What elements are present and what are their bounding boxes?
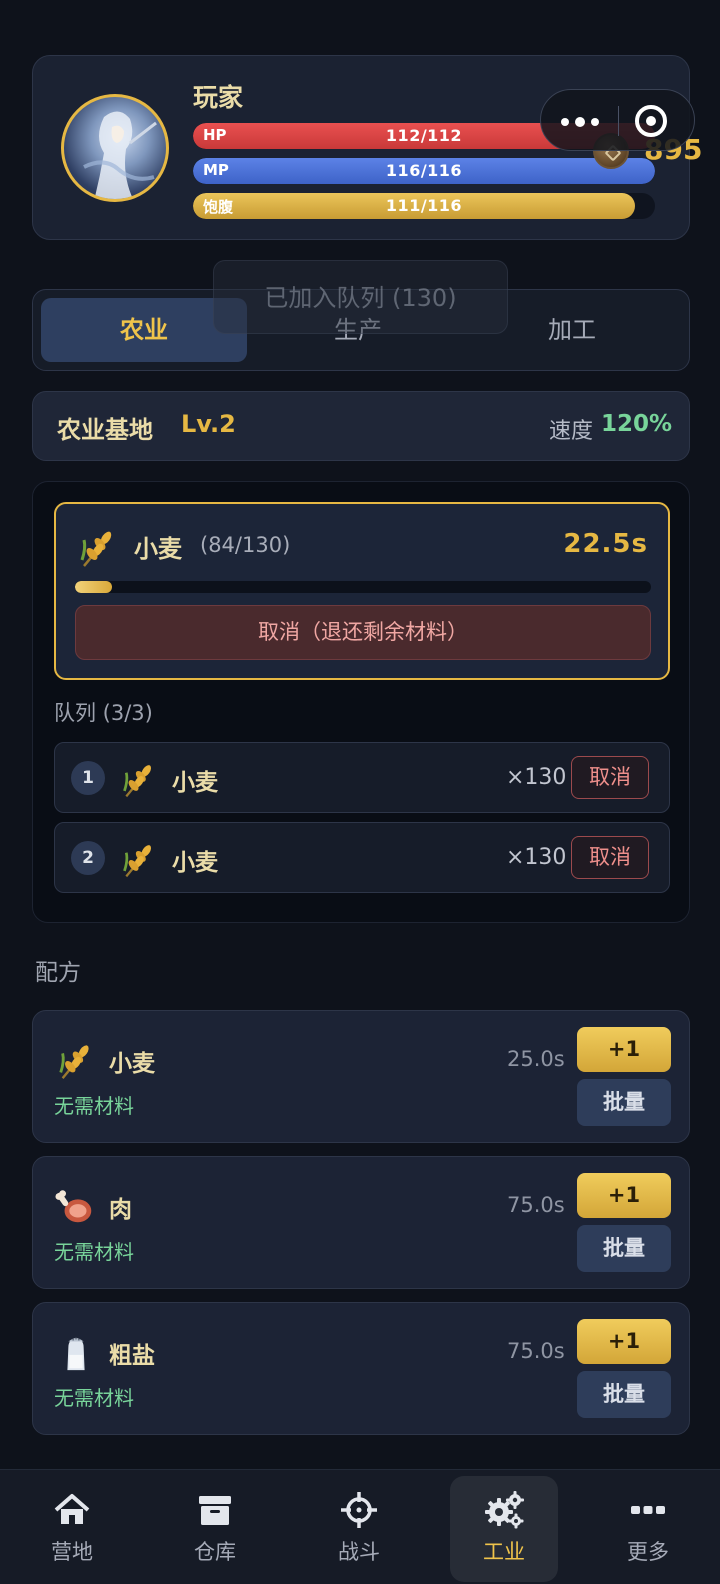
nav-storage[interactable]: 仓库 (161, 1476, 269, 1582)
recipe-materials: 无需材料 (54, 1240, 134, 1264)
active-job-progress (75, 581, 651, 593)
queue-item-quantity: ×130 (506, 845, 567, 870)
queue-item: 2 小麦 ×130 取消 (54, 822, 670, 893)
recipe-name: 小麦 (109, 1051, 155, 1077)
nav-battle[interactable]: 战斗 (305, 1476, 413, 1582)
batch-button[interactable]: 批量 (577, 1079, 671, 1126)
wheat-icon (123, 764, 151, 798)
recipe-name: 肉 (109, 1197, 132, 1223)
recipe-card: 小麦 无需材料 25.0s +1 批量 (32, 1010, 690, 1143)
more-dots-icon (631, 1506, 665, 1514)
queue-item-cancel-button[interactable]: 取消 (571, 836, 649, 879)
batch-button[interactable]: 批量 (577, 1225, 671, 1272)
base-header: 农业基地 Lv.2 速度 120% (32, 391, 690, 461)
miniprogram-capsule (540, 89, 695, 151)
recipe-card: 粗盐 无需材料 75.0s +1 批量 (32, 1302, 690, 1435)
recipe-name: 粗盐 (109, 1343, 155, 1369)
satiety-value: 111/116 (385, 196, 463, 215)
bottom-nav: 营地 仓库 战斗 工业 更多 (0, 1469, 720, 1584)
active-job-time: 22.5s (563, 529, 648, 559)
speed-label: 速度 (549, 419, 594, 444)
active-job-count: (84/130) (200, 533, 291, 557)
more-menu-icon[interactable] (561, 107, 601, 135)
production-panel: 小麦 (84/130) 22.5s 取消（退还剩余材料） 队列 (3/3) 1 … (32, 481, 690, 923)
queue-item-number: 2 (71, 841, 105, 875)
add-one-button[interactable]: +1 (577, 1027, 671, 1072)
close-miniprogram-icon[interactable] (635, 105, 667, 137)
recipe-time: 25.0s (507, 1047, 565, 1071)
crosshair-icon (341, 1492, 377, 1528)
recipe-card: 肉 无需材料 75.0s +1 批量 (32, 1156, 690, 1289)
wheat-icon (59, 1045, 89, 1079)
recipe-time: 75.0s (507, 1193, 565, 1217)
queue-item-name: 小麦 (172, 770, 218, 796)
wheat-icon (80, 531, 112, 567)
queue-title: 队列 (3/3) (54, 701, 153, 725)
toast-message: 已加入队列 (130) (213, 260, 508, 334)
nav-label: 工业 (483, 1540, 525, 1564)
mp-bar: MP 116/116 (193, 158, 655, 184)
active-job-progress-fill (75, 581, 113, 593)
base-name: 农业基地 (57, 416, 153, 444)
meat-icon (55, 1190, 92, 1223)
nav-industry[interactable]: 工业 (450, 1476, 558, 1582)
nav-label: 更多 (627, 1540, 669, 1564)
speed-value: 120% (601, 411, 673, 437)
active-job-name: 小麦 (134, 535, 182, 563)
recipe-materials: 无需材料 (54, 1386, 134, 1410)
recipes-title: 配方 (35, 960, 81, 986)
nav-label: 仓库 (194, 1540, 236, 1564)
add-one-button[interactable]: +1 (577, 1173, 671, 1218)
base-level: Lv.2 (181, 410, 236, 438)
salt-shaker-icon (67, 1337, 85, 1371)
active-job-card: 小麦 (84/130) 22.5s 取消（退还剩余材料） (54, 502, 670, 680)
home-icon (54, 1494, 90, 1524)
mp-value: 116/116 (385, 161, 463, 180)
queue-item: 1 小麦 ×130 取消 (54, 742, 670, 813)
gears-icon (485, 1491, 524, 1529)
nav-more[interactable]: 更多 (594, 1476, 702, 1582)
queue-item-quantity: ×130 (506, 765, 567, 790)
queue-item-name: 小麦 (172, 850, 218, 876)
storage-box-icon (199, 1496, 231, 1525)
nav-label: 营地 (51, 1540, 93, 1564)
queue-item-number: 1 (71, 761, 105, 795)
capsule-divider (618, 106, 619, 136)
player-avatar[interactable] (61, 94, 169, 202)
cancel-active-job-button[interactable]: 取消（退还剩余材料） (75, 605, 651, 660)
batch-button[interactable]: 批量 (577, 1371, 671, 1418)
wheat-icon (123, 844, 151, 878)
queue-item-cancel-button[interactable]: 取消 (571, 756, 649, 799)
player-name: 玩家 (193, 83, 244, 112)
nav-label: 战斗 (338, 1540, 380, 1564)
add-one-button[interactable]: +1 (577, 1319, 671, 1364)
recipe-time: 75.0s (507, 1339, 565, 1363)
nav-camp[interactable]: 营地 (18, 1476, 126, 1582)
recipe-materials: 无需材料 (54, 1094, 134, 1118)
satiety-bar: 饱腹 111/116 (193, 193, 655, 219)
